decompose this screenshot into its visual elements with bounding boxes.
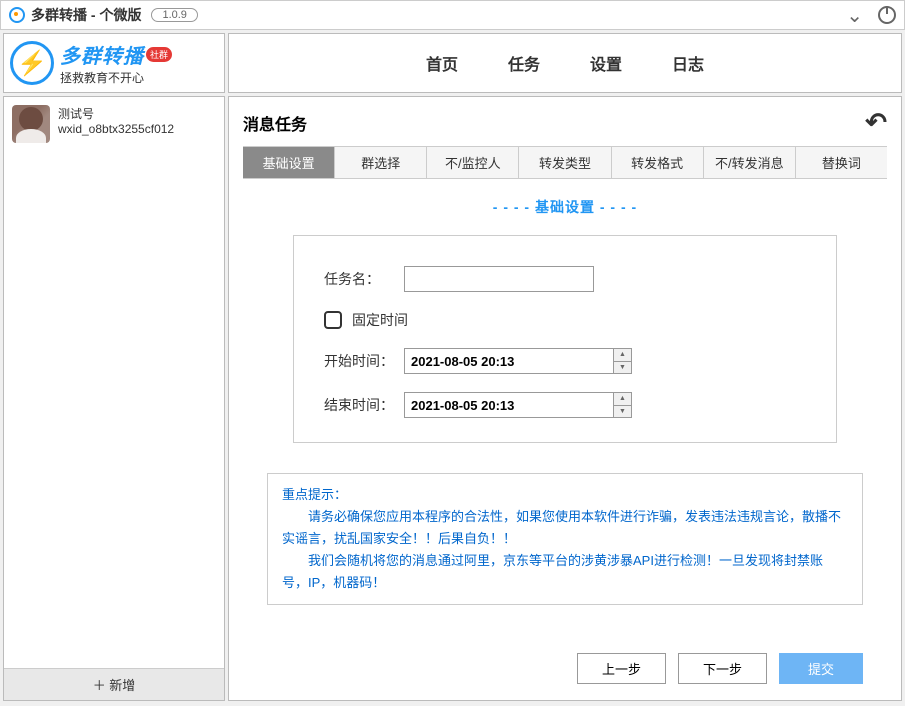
- add-account-button[interactable]: ＋ 新增: [4, 668, 224, 700]
- account-id: wxid_o8btx3255cf012: [58, 122, 174, 136]
- task-name-input[interactable]: [404, 266, 594, 292]
- tab-basic-settings[interactable]: 基础设置: [243, 147, 335, 178]
- tab-monitor[interactable]: 不/监控人: [427, 147, 519, 178]
- start-time-input[interactable]: ▲ ▼: [404, 348, 632, 374]
- end-time-input[interactable]: ▲ ▼: [404, 392, 632, 418]
- close-icon[interactable]: [878, 6, 896, 24]
- nav-home[interactable]: 首页: [426, 51, 458, 75]
- task-name-label: 任务名：: [324, 269, 394, 289]
- tab-forward-message[interactable]: 不/转发消息: [704, 147, 796, 178]
- titlebar: 多群转播 - 个微版 1.0.9 ⌄: [0, 0, 905, 30]
- start-time-field[interactable]: [405, 349, 613, 373]
- brand-title: 多群转播: [60, 40, 144, 69]
- end-time-up-icon[interactable]: ▲: [614, 393, 631, 406]
- avatar: [12, 105, 50, 143]
- tab-replace-word[interactable]: 替换词: [796, 147, 887, 178]
- notice-line-1: 请务必确保您应用本程序的合法性，如果您使用本软件进行诈骗，发表违法违规言论，散播…: [282, 506, 848, 550]
- version-badge: 1.0.9: [151, 8, 197, 22]
- content-title: 消息任务: [243, 111, 307, 135]
- prev-button[interactable]: 上一步: [577, 653, 666, 684]
- app-title: 多群转播 - 个微版: [31, 5, 141, 25]
- start-time-label: 开始时间：: [324, 351, 394, 371]
- end-time-field[interactable]: [405, 393, 613, 417]
- notice-box: 重点提示： 请务必确保您应用本程序的合法性，如果您使用本软件进行诈骗，发表违法违…: [267, 473, 863, 605]
- section-title: - - - - 基础设置 - - - -: [243, 179, 887, 235]
- brand-badge: 社群: [146, 47, 172, 62]
- notice-title: 重点提示：: [282, 484, 848, 506]
- nav-tasks[interactable]: 任务: [508, 51, 540, 75]
- end-time-down-icon[interactable]: ▼: [614, 406, 631, 418]
- form-box: 任务名： 固定时间 开始时间： ▲ ▼: [293, 235, 837, 443]
- tab-group-select[interactable]: 群选择: [335, 147, 427, 178]
- notice-line-2: 我们会随机将您的消息通过阿里，京东等平台的涉黄涉暴API进行检测！一旦发现将封禁…: [282, 550, 848, 594]
- account-list: 测试号 wxid_o8btx3255cf012 ＋ 新增: [3, 96, 225, 701]
- nav-bar: 首页 任务 设置 日志: [228, 33, 902, 93]
- app-icon: [9, 7, 25, 23]
- submit-button[interactable]: 提交: [779, 653, 863, 684]
- start-time-up-icon[interactable]: ▲: [614, 349, 631, 362]
- brand-logo-icon: ⚡: [10, 41, 54, 85]
- nav-logs[interactable]: 日志: [672, 51, 704, 75]
- start-time-down-icon[interactable]: ▼: [614, 362, 631, 374]
- fixed-time-checkbox[interactable]: [324, 311, 342, 329]
- content-panel: 消息任务 ↶ 基础设置 群选择 不/监控人 转发类型 转发格式 不/转发消息 替…: [228, 96, 902, 701]
- minimize-icon[interactable]: ⌄: [846, 3, 863, 28]
- back-icon[interactable]: ↶: [865, 107, 887, 138]
- nav-settings[interactable]: 设置: [590, 51, 622, 75]
- end-time-label: 结束时间：: [324, 395, 394, 415]
- account-item[interactable]: 测试号 wxid_o8btx3255cf012: [4, 97, 224, 151]
- account-name: 测试号: [58, 105, 174, 122]
- fixed-time-label: 固定时间: [352, 310, 408, 330]
- tab-forward-format[interactable]: 转发格式: [612, 147, 704, 178]
- tab-forward-type[interactable]: 转发类型: [519, 147, 611, 178]
- brand-box: ⚡ 多群转播 社群 拯救教育不开心: [3, 33, 225, 93]
- brand-subtitle: 拯救教育不开心: [60, 69, 172, 86]
- button-row: 上一步 下一步 提交: [243, 641, 887, 690]
- next-button[interactable]: 下一步: [678, 653, 767, 684]
- tab-row: 基础设置 群选择 不/监控人 转发类型 转发格式 不/转发消息 替换词: [243, 146, 887, 179]
